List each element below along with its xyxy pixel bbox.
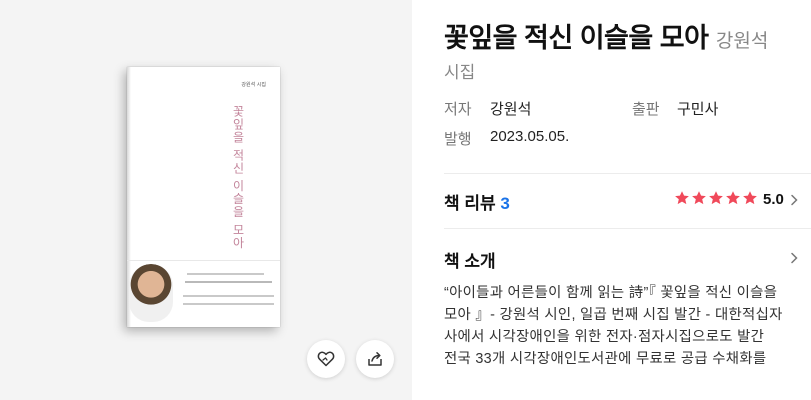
star-icon: [726, 191, 740, 205]
intro-description: “아이들과 어른들이 함께 읽는 詩”『 꽃잎을 적신 이슬을 모아 』- 강원…: [444, 282, 808, 370]
author-label: 저자: [444, 101, 472, 118]
author-photo: [129, 264, 173, 322]
chevron-right-icon[interactable]: [790, 252, 798, 264]
publisher-label: 출판: [632, 101, 660, 118]
book-author-link[interactable]: 강원석: [716, 31, 768, 52]
cover-text-line: [183, 303, 274, 305]
heart-icon: [317, 351, 335, 367]
date-value: 2023.05.05.: [490, 128, 570, 145]
book-info-panel: 꽃잎을 적신 이슬을 모아 강원석 시집 저자 강원석 출판 구민사 발행 20…: [412, 0, 811, 400]
share-button[interactable]: [356, 340, 394, 378]
cover-bottom-band: [127, 260, 280, 328]
cover-text-line: [183, 295, 274, 297]
intro-line: 사에서 시각장애인을 위한 전자·점자시집으로도 발간: [444, 329, 765, 345]
cover-text-line: [185, 281, 272, 283]
review-count: 3: [500, 194, 510, 213]
like-button[interactable]: [307, 340, 345, 378]
intro-line: “아이들과 어른들이 함께 읽는 詩”『 꽃잎을 적신 이슬을: [444, 285, 778, 301]
divider: [444, 228, 811, 229]
intro-title: 책 소개: [444, 252, 496, 271]
star-icon: [692, 191, 706, 205]
book-title: 꽃잎을 적신 이슬을 모아: [444, 23, 709, 53]
book-cover-image[interactable]: 강원석 시집 꽃잎을 적신 이슬을 모아: [127, 67, 280, 327]
review-title: 책 리뷰: [444, 194, 496, 213]
author-value[interactable]: 강원석: [490, 98, 531, 119]
star-icon: [675, 191, 689, 205]
book-cover-panel: 강원석 시집 꽃잎을 적신 이슬을 모아: [0, 0, 412, 400]
date-label: 발행: [444, 131, 472, 148]
cover-title: 꽃잎을 적신 이슬을 모아: [231, 105, 245, 250]
chevron-right-icon[interactable]: [790, 194, 798, 206]
intro-line: 전국 33개 시각장애인도서관에 무료로 공급 수채화를: [444, 351, 767, 367]
review-section-link[interactable]: 책 리뷰 3: [444, 189, 510, 214]
star-rating: [674, 190, 758, 206]
share-icon: [368, 352, 382, 366]
star-icon: [709, 191, 723, 205]
book-title-row: 꽃잎을 적신 이슬을 모아 강원석: [444, 22, 811, 59]
star-icon: [743, 191, 757, 205]
intro-line: 모아 』- 강원석 시인, 일곱 번째 시집 발간 - 대한적십자: [444, 307, 783, 323]
publisher-value[interactable]: 구민사: [677, 98, 718, 119]
cover-author-label: 강원석 시집: [241, 82, 266, 88]
cover-text-line: [187, 273, 264, 275]
book-category: 시집: [444, 63, 476, 82]
divider: [444, 173, 811, 174]
rating-value: 5.0: [763, 191, 784, 208]
